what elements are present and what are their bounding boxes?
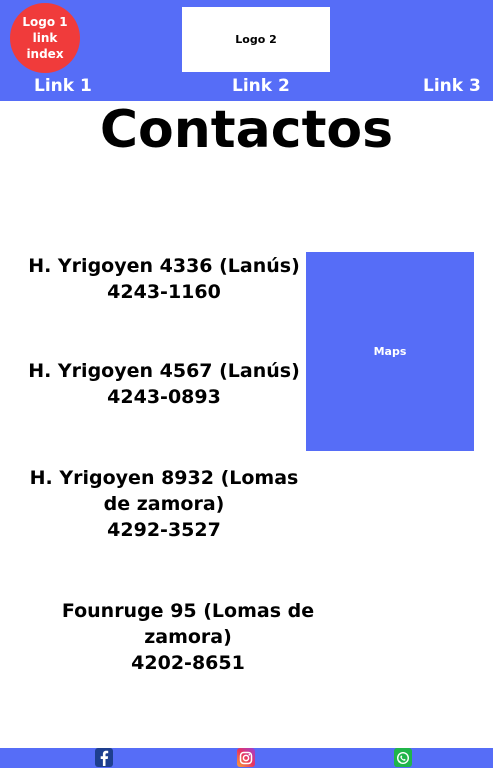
contact-item: H. Yrigoyen 4567 (Lanús) 4243-0893: [14, 358, 314, 410]
contact-address: H. Yrigoyen 4567 (Lanús): [28, 360, 300, 382]
contact-address: H. Yrigoyen 8932 (Lomas de zamora): [29, 467, 299, 515]
footer-bar: [0, 748, 493, 768]
logo-1-label: Logo 1 link index: [22, 15, 68, 61]
maps-label: Maps: [373, 345, 407, 358]
contact-phone: 4243-1160: [107, 281, 221, 303]
nav-link-2[interactable]: Link 2: [232, 76, 290, 96]
facebook-icon[interactable]: [95, 748, 113, 767]
contact-phone: 4292-3527: [107, 519, 221, 541]
logo-2-label: Logo 2: [235, 33, 277, 46]
contact-item: H. Yrigoyen 4336 (Lanús) 4243-1160: [14, 253, 314, 305]
page-title: Contactos: [99, 100, 394, 160]
maps-placeholder[interactable]: Maps: [306, 252, 474, 451]
instagram-icon[interactable]: [237, 748, 255, 767]
contact-address: H. Yrigoyen 4336 (Lanús): [28, 255, 300, 277]
contact-address: Founruge 95 (Lomas de zamora): [61, 600, 315, 648]
nav-link-3[interactable]: Link 3: [423, 76, 481, 96]
contact-phone: 4243-0893: [107, 386, 221, 408]
logo-2: Logo 2: [182, 7, 330, 72]
contact-item: Founruge 95 (Lomas de zamora) 4202-8651: [18, 598, 358, 676]
header-bar: Logo 1 link index Logo 2 Link 1 Link 2 L…: [0, 0, 493, 101]
contact-phone: 4202-8651: [131, 652, 245, 674]
nav-link-1[interactable]: Link 1: [34, 76, 92, 96]
whatsapp-icon[interactable]: [394, 748, 412, 767]
contact-item: H. Yrigoyen 8932 (Lomas de zamora) 4292-…: [14, 465, 314, 543]
logo-1-home-link[interactable]: Logo 1 link index: [10, 3, 80, 73]
